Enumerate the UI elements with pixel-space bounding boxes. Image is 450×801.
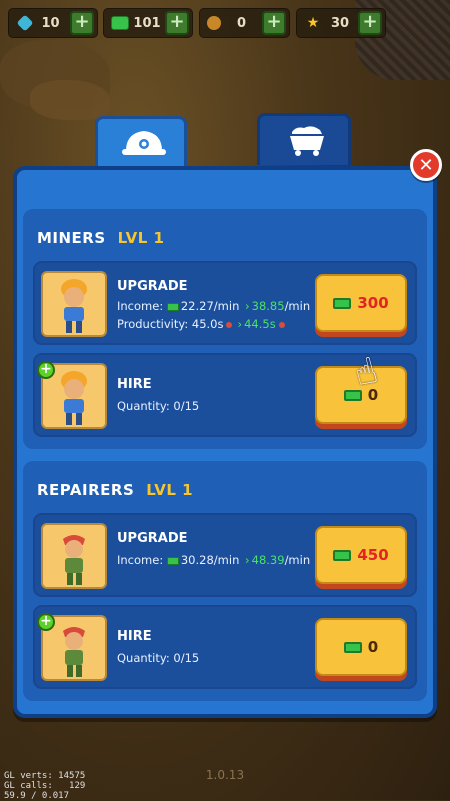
plus-icon: +	[37, 361, 55, 379]
income-next: 38.85	[251, 299, 285, 313]
miners-quantity-line: Quantity: 0/15	[117, 399, 199, 413]
repairers-upgrade-button[interactable]: 450	[315, 526, 407, 584]
productivity-label: Productivity:	[117, 317, 189, 331]
arrow-right-icon: ›	[245, 299, 250, 313]
miners-income-line: Income: 22.27/min › 38.85/min	[117, 299, 310, 313]
repairers-level: LVL 1	[146, 481, 194, 499]
coin-icon	[207, 16, 221, 30]
close-button[interactable]: ✕	[410, 149, 442, 181]
add-stars-button[interactable]: +	[358, 11, 382, 35]
mine-cart-icon	[290, 126, 324, 156]
quantity-value: 0/15	[173, 399, 200, 413]
timer-icon	[278, 321, 285, 328]
cash-value: 101	[133, 15, 161, 31]
section-title: MINERS LVL 1	[37, 229, 165, 247]
repairers-hire-button[interactable]: 0	[315, 618, 407, 676]
arrow-right-icon: ›	[245, 553, 250, 567]
add-gems-button[interactable]: +	[70, 11, 94, 35]
resource-bar: 10 + 101 + 0 + ★ 30 +	[0, 8, 450, 40]
miners-level: LVL 1	[117, 229, 165, 247]
repairers-upgrade-card: UPGRADE Income: 30.28/min › 48.39/min 450	[33, 513, 417, 597]
repairers-title: REPAIRERS	[37, 481, 135, 499]
income-unit: /min	[213, 299, 240, 313]
debug-overlay: GL verts: 14575 GL calls: 129 59.9 / 0.017	[4, 771, 85, 801]
gems-value: 10	[41, 15, 60, 31]
cash-icon	[166, 556, 179, 565]
section-title: REPAIRERS LVL 1	[37, 481, 193, 499]
repairer-portrait	[41, 523, 107, 589]
productivity-next: 44.5s	[244, 317, 276, 331]
plus-icon: +	[37, 613, 55, 631]
cash-icon	[333, 297, 352, 309]
tab-carts[interactable]	[257, 113, 351, 165]
income-label: Income:	[117, 299, 164, 313]
cash-icon	[166, 302, 179, 311]
coins-counter: 0 +	[199, 8, 290, 38]
repairers-income-line: Income: 30.28/min › 48.39/min	[117, 553, 310, 567]
cash-icon	[111, 16, 129, 30]
quantity-label: Quantity:	[117, 651, 170, 665]
star-icon: ★	[306, 15, 320, 31]
miners-upgrade-button[interactable]: 300	[315, 274, 407, 332]
miner-portrait	[41, 271, 107, 337]
arrow-right-icon: ›	[237, 317, 243, 331]
tab-miners[interactable]	[95, 116, 187, 168]
timer-icon	[226, 321, 233, 328]
upgrade-price: 300	[357, 294, 389, 312]
income-unit: /min	[284, 553, 311, 567]
miner-avatar-icon	[61, 279, 87, 333]
close-icon: ✕	[418, 154, 434, 176]
coins-value: 0	[236, 15, 247, 31]
quantity-value: 0/15	[173, 651, 200, 665]
hire-price: 0	[367, 638, 379, 656]
income-current: 30.28	[180, 553, 214, 567]
gems-counter: 10 +	[8, 8, 98, 38]
add-coins-button[interactable]: +	[262, 11, 286, 35]
add-cash-button[interactable]: +	[165, 11, 189, 35]
miners-upgrade-card: UPGRADE Income: 22.27/min › 38.85/min Pro…	[33, 261, 417, 345]
income-next: 48.39	[251, 553, 285, 567]
income-label: Income:	[117, 553, 164, 567]
debug-gl-calls: GL calls: 129	[4, 781, 86, 791]
repairers-quantity-line: Quantity: 0/15	[117, 651, 199, 665]
cash-icon	[333, 549, 352, 561]
repairers-hire-card: + HIRE Quantity: 0/15 0	[33, 605, 417, 689]
stars-value: 30	[330, 15, 350, 31]
income-unit: /min	[213, 553, 240, 567]
helmet-icon	[122, 131, 166, 155]
miners-productivity-line: Productivity: 45.0s › 44.5s	[117, 317, 288, 331]
hire-title: HIRE	[117, 377, 152, 392]
miner-avatar-icon	[61, 371, 87, 425]
income-unit: /min	[284, 299, 311, 313]
hire-title: HIRE	[117, 629, 152, 644]
repairers-section: REPAIRERS LVL 1 UPGRADE Income: 30.28/min…	[23, 461, 427, 701]
stars-counter: ★ 30 +	[296, 8, 386, 38]
productivity-current: 45.0s	[191, 317, 224, 331]
income-current: 22.27	[180, 299, 214, 313]
cash-counter: 101 +	[103, 8, 193, 38]
upgrade-price: 450	[357, 546, 389, 564]
upgrade-title: UPGRADE	[117, 279, 188, 294]
cash-icon	[343, 641, 362, 653]
repairer-avatar-icon	[63, 627, 85, 677]
debug-gl-verts: GL verts: 14575	[4, 771, 86, 781]
background-rock	[30, 80, 110, 120]
repairer-avatar-icon	[63, 535, 85, 585]
miners-section: MINERS LVL 1 UPGRADE Income: 22.27/min › 3…	[23, 209, 427, 449]
miners-title: MINERS	[37, 229, 106, 247]
quantity-label: Quantity:	[117, 399, 170, 413]
upgrade-title: UPGRADE	[117, 531, 188, 546]
